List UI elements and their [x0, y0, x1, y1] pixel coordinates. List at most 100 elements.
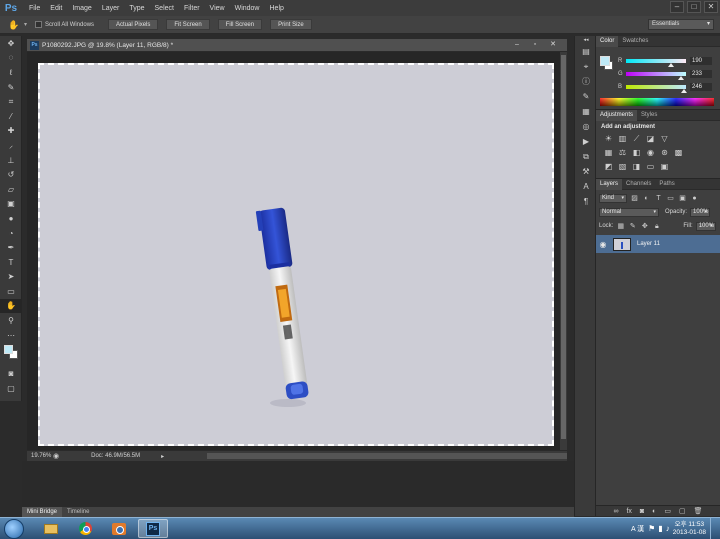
doc-minimize-icon[interactable]: –: [511, 41, 523, 49]
status-menu-icon[interactable]: ◉: [53, 452, 59, 460]
zoom-tool-icon[interactable]: ⚲: [0, 313, 22, 328]
blend-mode-select[interactable]: Normal: [599, 207, 659, 217]
blur-tool-icon[interactable]: ●: [0, 211, 22, 226]
path-selection-tool-icon[interactable]: ➤: [0, 270, 22, 285]
tool-presets-icon[interactable]: ⚒: [575, 164, 597, 179]
green-value[interactable]: 233: [690, 70, 712, 78]
layer-filter-kind-select[interactable]: Kind: [599, 193, 627, 203]
tab-mini-bridge[interactable]: Mini Bridge: [22, 507, 63, 517]
filter-type-icon[interactable]: T: [654, 194, 663, 203]
hand-tool-icon[interactable]: ✋: [8, 19, 22, 31]
paragraph-icon[interactable]: ¶: [575, 194, 597, 209]
tab-layers[interactable]: Layers: [596, 178, 623, 190]
eraser-tool-icon[interactable]: ▱: [0, 182, 22, 197]
minimize-icon[interactable]: –: [670, 1, 684, 13]
vibrance-icon[interactable]: ▽: [660, 134, 669, 143]
menu-view[interactable]: View: [205, 5, 230, 12]
gradient-map-icon[interactable]: ▭: [646, 162, 655, 171]
status-arrow-icon[interactable]: ▸: [161, 453, 164, 460]
red-slider[interactable]: [626, 59, 686, 67]
tool-preset-chevron-icon[interactable]: ▾: [24, 21, 27, 28]
close-icon[interactable]: ✕: [704, 1, 718, 13]
filter-pixel-icon[interactable]: ▨: [630, 194, 639, 203]
menu-edit[interactable]: Edit: [45, 5, 67, 12]
blue-slider[interactable]: [626, 85, 687, 93]
horizontal-scrollbar[interactable]: [207, 453, 567, 459]
menu-file[interactable]: File: [24, 5, 45, 12]
brush-presets-icon[interactable]: ▦: [575, 104, 597, 119]
lock-image-icon[interactable]: ✎: [628, 222, 637, 231]
color-spectrum[interactable]: [600, 98, 714, 106]
blue-slider-thumb[interactable]: [681, 89, 687, 93]
menu-layer[interactable]: Layer: [97, 5, 125, 12]
red-slider-thumb[interactable]: [668, 63, 674, 67]
pen-tool-icon[interactable]: ✒: [0, 240, 22, 255]
taskbar-image-viewer[interactable]: [104, 519, 134, 538]
new-group-icon[interactable]: ▭: [664, 507, 671, 515]
menu-filter[interactable]: Filter: [179, 5, 205, 12]
gradient-tool-icon[interactable]: ▣: [0, 197, 22, 212]
channel-mixer-icon[interactable]: ⊛: [660, 148, 669, 157]
brush-panel-icon[interactable]: ✎: [575, 89, 597, 104]
layer-comps-icon[interactable]: ⧉: [575, 149, 597, 164]
tab-adjustments[interactable]: Adjustments: [596, 109, 638, 121]
menu-help[interactable]: Help: [265, 5, 289, 12]
tray-volume-icon[interactable]: ♪: [666, 524, 670, 533]
tab-swatches[interactable]: Swatches: [618, 36, 652, 47]
print-size-button[interactable]: Print Size: [270, 19, 312, 30]
clock[interactable]: 오후 11:53 2013-01-08: [673, 521, 706, 537]
selective-color-icon[interactable]: ▣: [660, 162, 669, 171]
link-layers-icon[interactable]: ∞: [613, 508, 618, 515]
filter-toggle-icon[interactable]: ●: [690, 194, 699, 203]
tab-styles[interactable]: Styles: [637, 110, 661, 121]
tray-network-icon[interactable]: ▮: [658, 524, 662, 533]
expand-panels-icon[interactable]: ◂◂: [575, 36, 597, 44]
info-icon[interactable]: ⓘ: [575, 74, 597, 89]
type-tool-icon[interactable]: T: [0, 255, 22, 270]
vertical-scroll-thumb[interactable]: [561, 55, 566, 439]
red-value[interactable]: 190: [690, 57, 712, 65]
filter-adjustment-icon[interactable]: ◐: [642, 194, 651, 203]
delete-layer-icon[interactable]: 🗑︎: [694, 507, 703, 515]
lock-position-icon[interactable]: ✥: [640, 222, 649, 231]
lasso-tool-icon[interactable]: ℓ: [0, 65, 22, 80]
filter-smart-object-icon[interactable]: ▣: [678, 194, 687, 203]
new-adjustment-icon[interactable]: ◐: [652, 508, 656, 515]
properties-icon[interactable]: ⌖: [575, 59, 597, 74]
blue-value[interactable]: 246: [690, 83, 712, 91]
show-desktop-button[interactable]: [710, 518, 716, 539]
layer-visibility-eye-icon[interactable]: ◉: [596, 240, 610, 249]
fill-field[interactable]: 100%: [695, 221, 716, 231]
doc-close-icon[interactable]: ✕: [547, 41, 559, 49]
healing-brush-tool-icon[interactable]: ✚: [0, 124, 22, 139]
tray-flag-icon[interactable]: ⚑: [648, 524, 655, 533]
green-slider[interactable]: [626, 72, 686, 80]
color-balance-icon[interactable]: ⚖: [618, 148, 627, 157]
invert-icon[interactable]: ◩: [604, 162, 613, 171]
photo-filter-icon[interactable]: ◉: [646, 148, 655, 157]
canvas-area[interactable]: [27, 52, 567, 450]
taskbar-chrome[interactable]: [70, 519, 100, 538]
actions-icon[interactable]: ▶: [575, 134, 597, 149]
image-canvas[interactable]: [38, 63, 554, 446]
more-tools-icon[interactable]: ⋯: [0, 328, 22, 343]
lock-all-icon[interactable]: 🔒︎: [652, 222, 661, 231]
move-tool-icon[interactable]: ✥: [0, 36, 22, 51]
rectangle-tool-icon[interactable]: ▭: [0, 284, 22, 299]
vertical-scrollbar[interactable]: [560, 52, 567, 450]
black-white-icon[interactable]: ◧: [632, 148, 641, 157]
new-layer-icon[interactable]: ▢: [679, 507, 686, 515]
history-icon[interactable]: ▤: [575, 44, 597, 59]
fit-screen-button[interactable]: Fit Screen: [166, 19, 210, 30]
brush-tool-icon[interactable]: ⸝: [0, 138, 22, 153]
layer-row[interactable]: ◉ Layer 11: [596, 235, 720, 253]
threshold-icon[interactable]: ◨: [632, 162, 641, 171]
document-tab[interactable]: Ps P1080292.JPG @ 19.8% (Layer 11, RGB/8…: [27, 39, 567, 52]
hue-saturation-icon[interactable]: ▦: [604, 148, 613, 157]
zoom-level[interactable]: 19.76%: [27, 453, 53, 459]
actual-pixels-button[interactable]: Actual Pixels: [108, 19, 159, 30]
maximize-icon[interactable]: □: [687, 1, 701, 13]
crop-tool-icon[interactable]: ⌗: [0, 94, 22, 109]
opacity-field[interactable]: 100%: [690, 207, 711, 217]
curves-icon[interactable]: ⟋: [632, 134, 641, 143]
